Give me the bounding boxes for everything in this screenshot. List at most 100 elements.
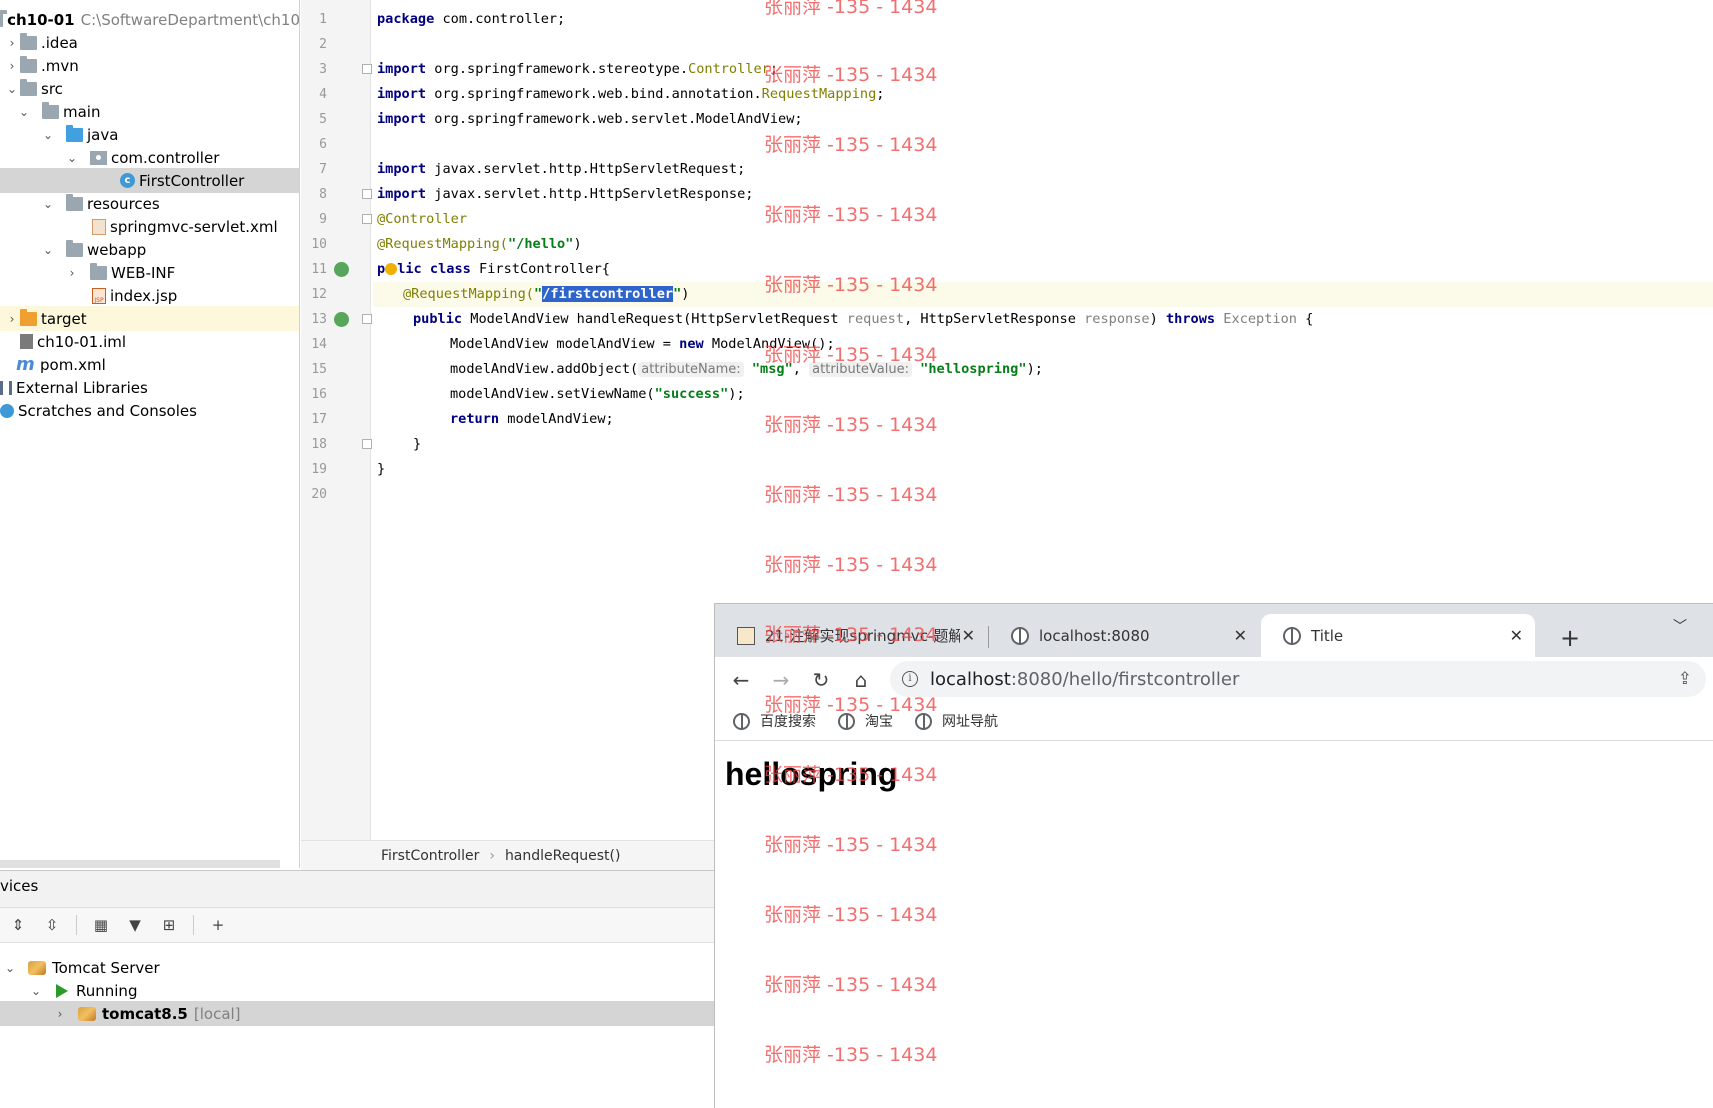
tree-item-pom[interactable]: m pom.xml: [0, 352, 299, 377]
chevron-right-icon[interactable]: ›: [64, 265, 80, 281]
class-icon: c: [120, 173, 135, 188]
close-icon[interactable]: ✕: [962, 626, 975, 645]
chevron-right-icon[interactable]: ›: [4, 311, 20, 327]
spring-mapping-gutter-icon[interactable]: [334, 312, 349, 327]
back-icon[interactable]: ←: [721, 668, 761, 692]
service-running-group[interactable]: ⌄ Running: [0, 978, 715, 1003]
folder-icon: [20, 32, 37, 50]
selected-text[interactable]: /firstcontroller: [542, 286, 674, 302]
service-tomcat-instance[interactable]: › tomcat8.5 [local]: [0, 1001, 715, 1026]
page-heading: hellospring: [725, 756, 898, 792]
folder-icon: [42, 101, 59, 119]
fold-marker-icon[interactable]: [362, 64, 372, 74]
service-tomcat-server[interactable]: ⌄ Tomcat Server: [0, 955, 715, 980]
expand-all-icon[interactable]: ⇕: [8, 915, 28, 935]
info-icon[interactable]: i: [902, 671, 918, 687]
parameter-hint: attributeName:: [638, 362, 744, 377]
toolbar: ← → ↻ ⌂ i localhost:8080/hello/firstcont…: [715, 657, 1713, 702]
services-tool-window: vices ⇕ ⇳ ▦ ▼ ⊞ + ⌄ Tomcat Server ⌄ Runn…: [0, 870, 715, 1108]
breadcrumb-item[interactable]: FirstController: [381, 848, 479, 864]
tree-item-firstcontroller[interactable]: c FirstController: [0, 168, 299, 193]
tree-item-springmvc-xml[interactable]: springmvc-servlet.xml: [0, 214, 299, 239]
code-line-18: }: [413, 436, 422, 452]
tree-item-java[interactable]: ⌄ java: [0, 122, 299, 147]
code-line-13: public ModelAndView handleRequest(HttpSe…: [413, 311, 1314, 327]
line-number: 11: [311, 262, 327, 277]
source-folder-icon: [66, 124, 83, 142]
tree-label: src: [41, 79, 63, 98]
add-service-icon[interactable]: +: [208, 915, 228, 935]
home-icon[interactable]: ⌂: [841, 668, 881, 692]
tab-title: 21-注解实现springmvc-题解: [765, 627, 960, 645]
fold-marker-icon[interactable]: [362, 439, 372, 449]
browser-tab[interactable]: 21-注解实现springmvc-题解 ✕: [715, 614, 987, 657]
bookmark-item[interactable]: 淘宝: [838, 711, 893, 731]
breadcrumb-item[interactable]: handleRequest(): [505, 848, 621, 864]
bookmark-label: 网址导航: [942, 714, 998, 730]
collapse-all-icon[interactable]: ⇳: [42, 915, 62, 935]
tree-item-package[interactable]: ⌄ com.controller: [0, 145, 299, 170]
group-by-icon[interactable]: ▦: [91, 915, 111, 935]
chevron-down-icon[interactable]: ⌄: [40, 127, 56, 143]
code-line-17: return modelAndView;: [450, 411, 614, 427]
tab-title: Title: [1311, 626, 1344, 645]
horizontal-scrollbar[interactable]: [0, 860, 280, 868]
chevron-right-icon: ›: [489, 847, 495, 864]
fold-marker-icon[interactable]: [362, 189, 372, 199]
tree-item-external-libraries[interactable]: External Libraries: [0, 375, 299, 400]
forward-icon[interactable]: →: [761, 668, 801, 692]
reload-icon[interactable]: ↻: [801, 668, 841, 692]
tree-item-resources[interactable]: ⌄ resources: [0, 191, 299, 216]
service-label: Running: [76, 981, 138, 1000]
tree-item-webinf[interactable]: › WEB-INF: [0, 260, 299, 285]
tree-item-idea[interactable]: › .idea: [0, 30, 299, 55]
url-host: localhost: [930, 668, 1011, 690]
tree-label: webapp: [87, 240, 147, 259]
tree-item-iml[interactable]: ch10-01.iml: [0, 329, 299, 354]
filter-icon[interactable]: ▼: [125, 915, 145, 935]
tree-label: com.controller: [111, 148, 220, 167]
service-tag: [local]: [193, 1004, 241, 1023]
fold-marker-icon[interactable]: [362, 314, 372, 324]
browser-tab[interactable]: localhost:8080 ✕: [989, 614, 1259, 657]
line-number: 18: [311, 437, 327, 452]
tree-item-main[interactable]: ⌄ main: [0, 99, 299, 124]
chevron-down-icon[interactable]: ﹀: [1673, 616, 1687, 636]
tree-item-src[interactable]: ⌄ src: [0, 76, 299, 101]
chevron-down-icon[interactable]: ⌄: [16, 104, 32, 120]
spring-bean-gutter-icon[interactable]: [334, 262, 349, 277]
chevron-down-icon[interactable]: ⌄: [4, 81, 20, 97]
share-icon[interactable]: ⇪: [1678, 669, 1692, 689]
new-tab-icon[interactable]: +: [1560, 624, 1580, 652]
tree-root[interactable]: ch10-01 C:\SoftwareDepartment\ch10: [0, 7, 299, 32]
bookmark-item[interactable]: 网址导航: [915, 711, 998, 731]
tree-item-webapp[interactable]: ⌄ webapp: [0, 237, 299, 262]
code-line-16: modelAndView.setViewName("success");: [450, 386, 745, 402]
browser-tab-active[interactable]: Title ✕: [1261, 614, 1535, 657]
line-number: 14: [311, 337, 327, 352]
new-tab-icon[interactable]: ⊞: [159, 915, 179, 935]
fold-marker-icon[interactable]: [362, 214, 372, 224]
editor-gutter: 1 2 3 4 5 6 7 8 9 10 11 12 13 14 15 16 1…: [301, 0, 372, 840]
close-icon[interactable]: ✕: [1234, 626, 1247, 645]
close-icon[interactable]: ✕: [1510, 626, 1523, 645]
address-bar[interactable]: i localhost:8080/hello/firstcontroller ⇪: [890, 661, 1706, 697]
browser-window: 21-注解实现springmvc-题解 ✕ localhost:8080 ✕ T…: [714, 603, 1713, 1108]
lightbulb-icon[interactable]: [385, 263, 398, 275]
chevron-down-icon[interactable]: ⌄: [40, 242, 56, 258]
chevron-right-icon[interactable]: ›: [52, 1006, 68, 1022]
tree-item-scratches[interactable]: Scratches and Consoles: [0, 398, 299, 423]
code-line-9: @Controller: [377, 211, 468, 227]
chevron-down-icon[interactable]: ⌄: [40, 196, 56, 212]
tree-item-mvn[interactable]: › .mvn: [0, 53, 299, 78]
module-folder-icon: [0, 9, 8, 27]
tree-item-index-jsp[interactable]: JSP index.jsp: [0, 283, 299, 308]
chevron-down-icon[interactable]: ⌄: [28, 983, 44, 999]
chevron-down-icon[interactable]: ⌄: [2, 960, 18, 976]
chevron-right-icon[interactable]: ›: [4, 35, 20, 51]
chevron-right-icon[interactable]: ›: [4, 58, 20, 74]
bookmark-item[interactable]: 百度搜索: [733, 711, 816, 731]
chevron-down-icon[interactable]: ⌄: [64, 150, 80, 166]
tree-item-target[interactable]: › target: [0, 306, 299, 331]
folder-icon: [20, 78, 37, 96]
